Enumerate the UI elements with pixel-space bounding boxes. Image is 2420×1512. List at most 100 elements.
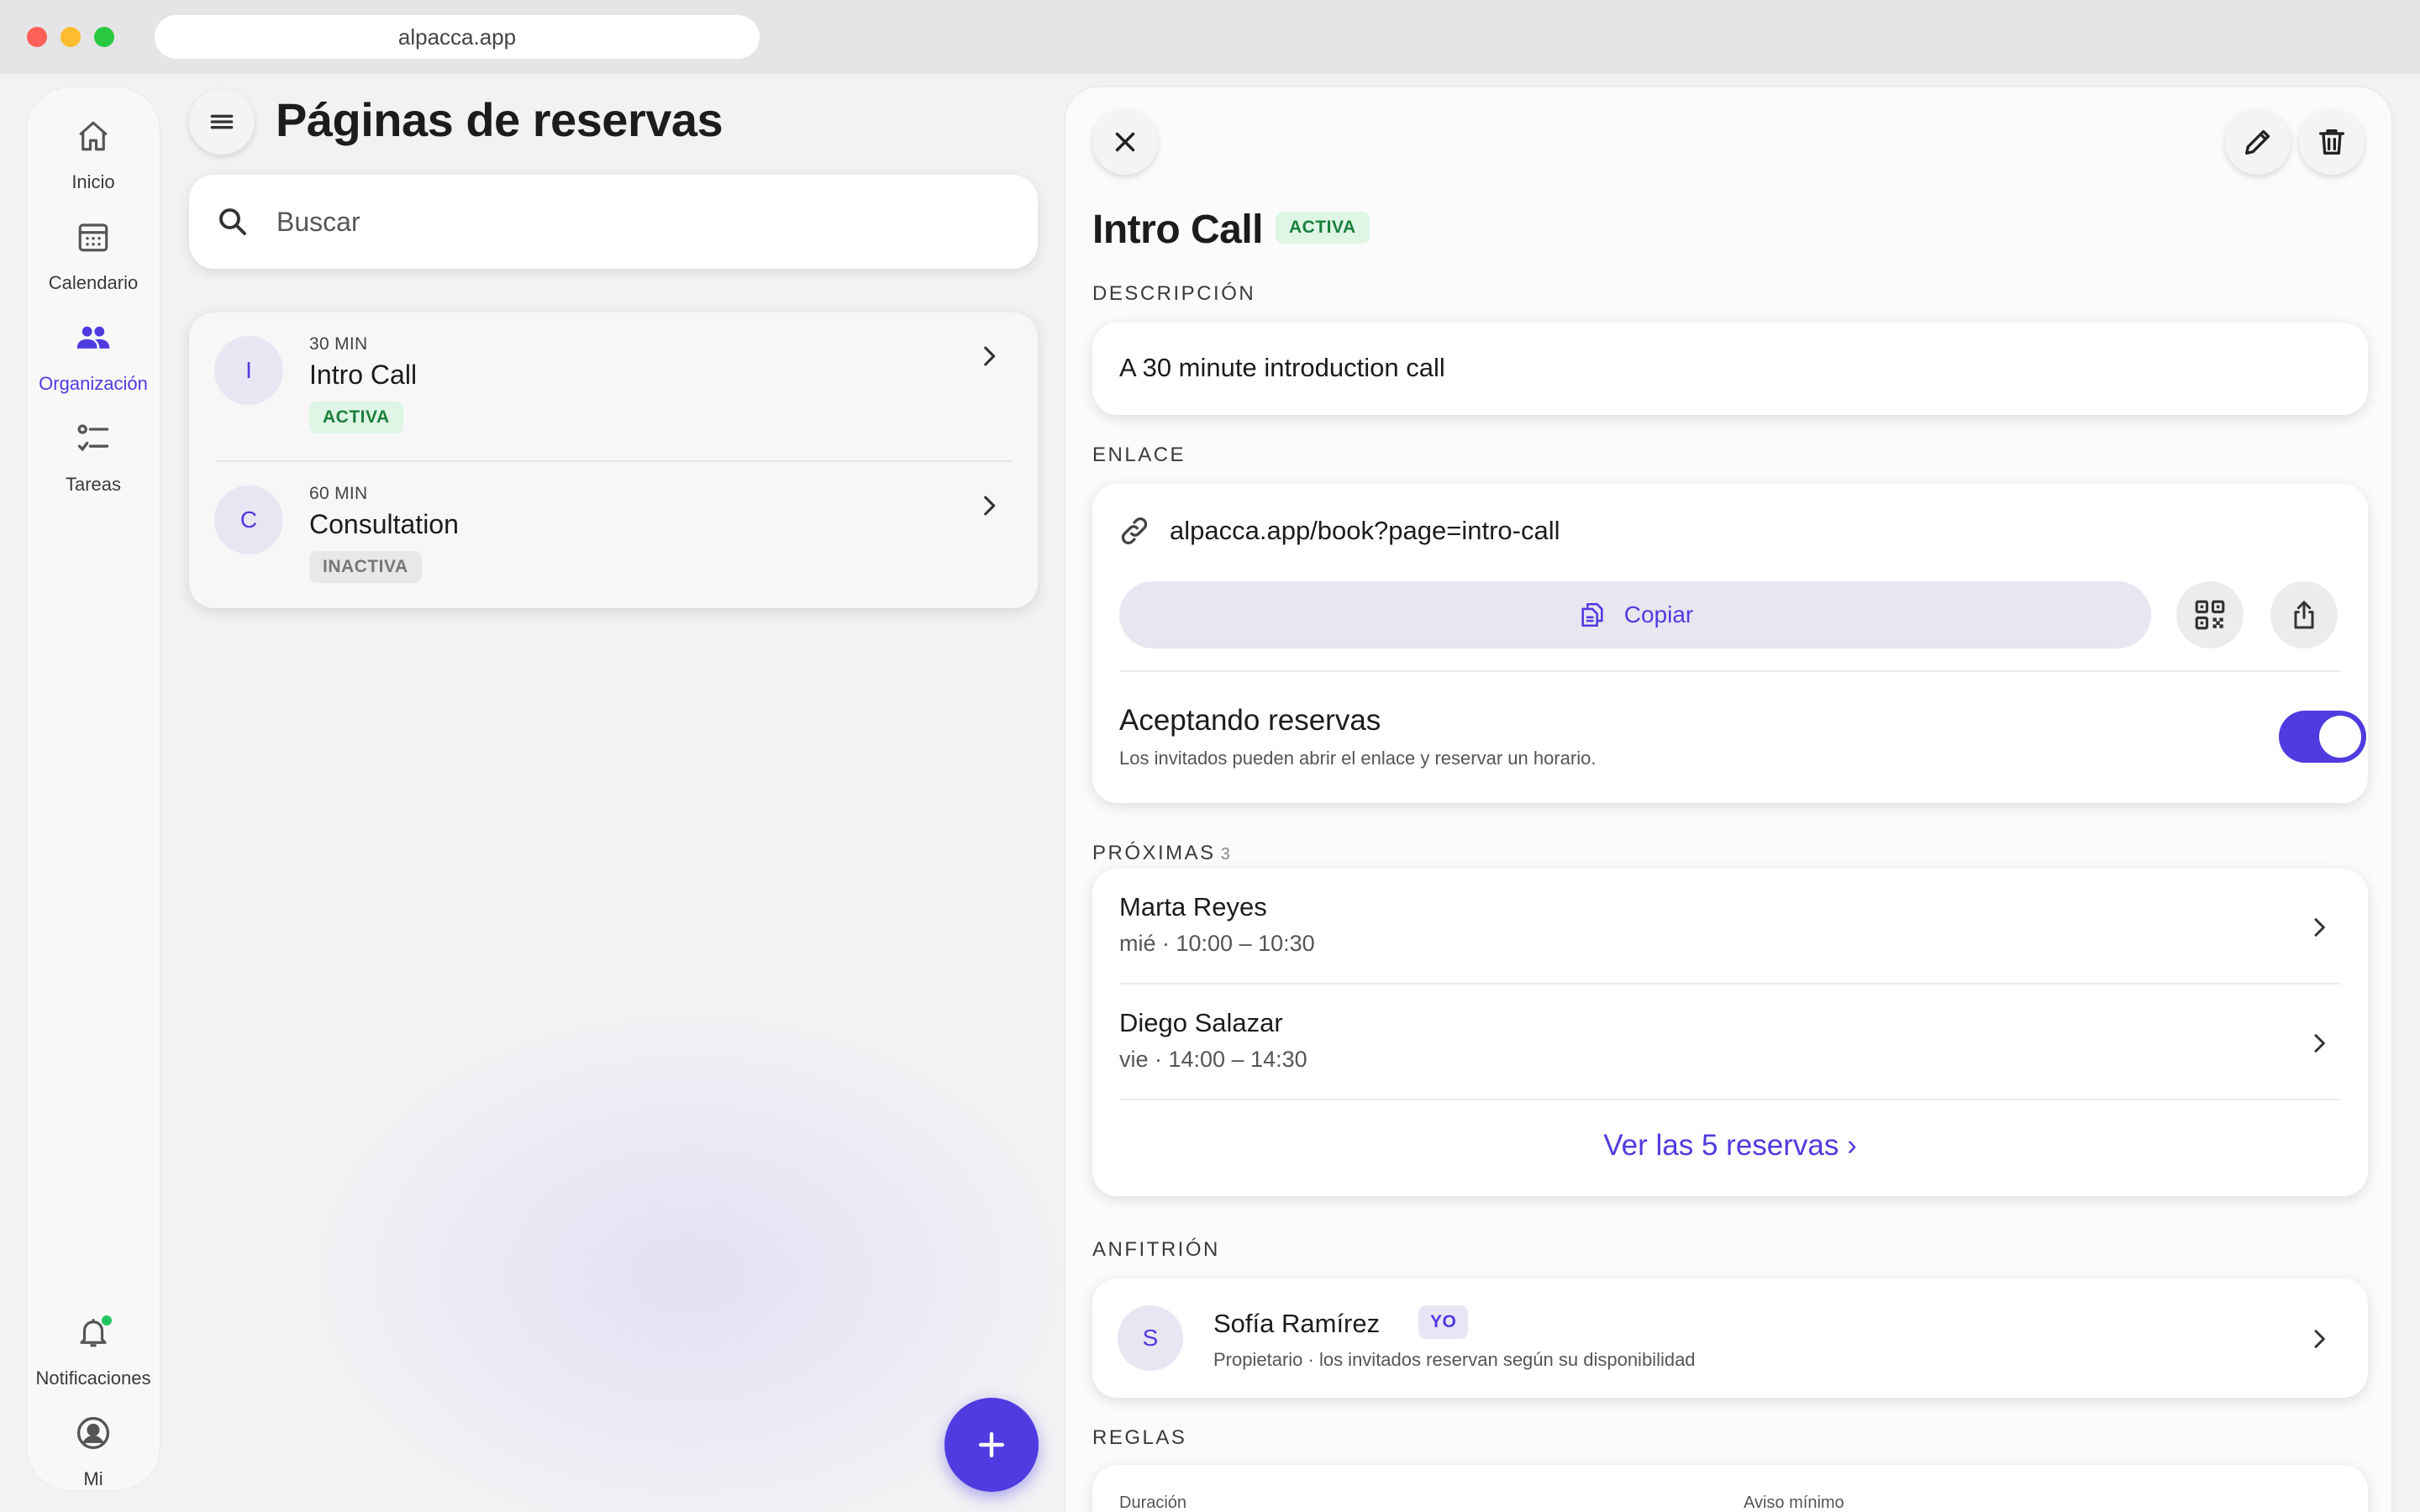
rule-notice-label: Aviso mínimo	[1744, 1494, 1844, 1512]
rail-item-label: Tareas	[65, 474, 122, 495]
add-booking-page-button[interactable]	[944, 1398, 1039, 1492]
chevron-right-icon	[2302, 911, 2336, 944]
booking-guest-name: Marta Reyes	[1119, 892, 1267, 921]
delete-button[interactable]	[2299, 109, 2365, 175]
event-name: Intro Call	[309, 360, 418, 390]
duration-label: 30 MIN	[309, 334, 368, 354]
booking-guest-name: Diego Salazar	[1119, 1008, 1283, 1037]
address-bar[interactable]: alpacca.app	[155, 15, 760, 59]
booking-row[interactable]: Diego Salazar vie · 14:00 – 14:30	[1092, 984, 2368, 1100]
booking-time: vie · 14:00 – 14:30	[1119, 1047, 1307, 1072]
host-description: Propietario · los invitados reservan seg…	[1213, 1349, 1696, 1370]
app: Inicio Calendario Organización Tareas No…	[0, 74, 2420, 1512]
search-input[interactable]	[276, 206, 949, 238]
profile-icon	[73, 1413, 113, 1453]
chevron-right-icon	[2302, 1026, 2336, 1060]
link-card: alpacca.app/book?page=intro-call Copiar …	[1092, 484, 2368, 803]
status-badge: INACTIVA	[309, 551, 422, 583]
avatar: I	[214, 336, 283, 405]
rail-item-notificaciones[interactable]: Notificaciones	[27, 1312, 160, 1396]
copy-icon	[1577, 600, 1607, 630]
chevron-right-icon	[2302, 1322, 2336, 1356]
menu-button[interactable]	[189, 89, 255, 155]
list-item-intro-call[interactable]: I 30 MIN Intro Call ACTIVA	[189, 312, 1038, 460]
booking-pages-list: I 30 MIN Intro Call ACTIVA C 60 MIN Cons…	[189, 312, 1038, 608]
search-box	[189, 175, 1038, 269]
qr-code-button[interactable]	[2176, 581, 2244, 648]
rail-item-label: Mi	[83, 1468, 103, 1489]
detail-panel: Intro Call ACTIVA DESCRIPCIÓN A 30 minut…	[1065, 87, 2391, 1512]
people-icon	[73, 318, 113, 358]
browser-chrome: alpacca.app	[0, 0, 2420, 74]
close-button[interactable]	[1092, 109, 1158, 175]
section-label-upcoming: PRÓXIMAS 3	[1092, 842, 1230, 865]
booking-row[interactable]: Marta Reyes mié · 10:00 – 10:30	[1092, 869, 2368, 984]
pencil-icon	[2245, 129, 2270, 155]
link-icon	[1118, 514, 1151, 548]
close-window-button[interactable]	[27, 27, 47, 47]
trash-icon	[2319, 129, 2344, 155]
description-card: A 30 minute introduction call	[1092, 323, 2368, 415]
copy-label: Copiar	[1623, 601, 1694, 627]
rule-duration-label: Duración	[1119, 1494, 1187, 1512]
host-card[interactable]: S Sofía Ramírez YO Propietario · los inv…	[1092, 1278, 2368, 1398]
accepting-bookings-title: Aceptando reservas	[1119, 704, 1381, 737]
upcoming-bookings-card: Marta Reyes mié · 10:00 – 10:30 Diego Sa…	[1092, 869, 2368, 1196]
rail-item-calendario[interactable]: Calendario	[27, 217, 160, 301]
rail-item-inicio[interactable]: Inicio	[27, 116, 160, 200]
share-button[interactable]	[2270, 581, 2338, 648]
description-text: A 30 minute introduction call	[1119, 353, 1445, 382]
rail-item-mi[interactable]: Mi	[27, 1413, 160, 1497]
rules-card: Duración Aviso mínimo	[1092, 1465, 2368, 1512]
avatar: S	[1118, 1305, 1183, 1371]
event-name: Consultation	[309, 509, 459, 539]
section-label-rules: REGLAS	[1092, 1426, 1187, 1449]
toggle-knob	[2319, 716, 2361, 758]
rail-item-label: Organización	[39, 373, 148, 394]
nav-rail: Inicio Calendario Organización Tareas No…	[27, 87, 160, 1490]
home-icon	[73, 116, 113, 156]
section-label-link: ENLACE	[1092, 444, 1186, 466]
upcoming-count: 3	[1220, 845, 1230, 864]
calendar-icon	[73, 217, 113, 257]
list-item-consultation[interactable]: C 60 MIN Consultation INACTIVA	[189, 462, 1038, 610]
status-badge: ACTIVA	[1276, 212, 1370, 244]
host-name: Sofía Ramírez	[1213, 1309, 1381, 1338]
detail-title: Intro Call	[1092, 207, 1264, 252]
copy-link-button[interactable]: Copiar	[1119, 581, 2151, 648]
plus-icon	[978, 1431, 1005, 1458]
avatar: C	[214, 486, 283, 554]
status-badge: ACTIVA	[309, 402, 403, 433]
section-label-description: DESCRIPCIÓN	[1092, 282, 1256, 305]
chevron-right-icon	[972, 489, 1006, 522]
close-icon	[1115, 132, 1135, 152]
rail-item-label: Calendario	[48, 272, 139, 293]
booking-link[interactable]: alpacca.app/book?page=intro-call	[1170, 516, 1560, 546]
minimize-window-button[interactable]	[60, 27, 81, 47]
rail-item-label: Inicio	[71, 171, 115, 192]
divider	[1119, 1099, 2341, 1100]
rail-item-tareas[interactable]: Tareas	[27, 418, 160, 502]
maximize-window-button[interactable]	[94, 27, 114, 47]
hamburger-icon	[210, 114, 234, 129]
duration-label: 60 MIN	[309, 484, 368, 503]
bell-icon	[73, 1312, 113, 1352]
search-icon	[213, 202, 253, 242]
section-label-host: ANFITRIÓN	[1092, 1238, 1220, 1261]
me-badge: YO	[1418, 1305, 1469, 1339]
chevron-right-icon	[972, 339, 1006, 373]
see-all-bookings-link[interactable]: Ver las 5 reservas ›	[1092, 1121, 2368, 1171]
divider	[1119, 670, 2341, 672]
qr-code-icon	[2195, 600, 2225, 630]
accepting-bookings-description: Los invitados pueden abrir el enlace y r…	[1119, 748, 1597, 769]
booking-time: mié · 10:00 – 10:30	[1119, 931, 1315, 956]
upcoming-label: PRÓXIMAS	[1092, 842, 1216, 864]
page-title: Páginas de reservas	[276, 93, 723, 146]
rail-item-label: Notificaciones	[35, 1368, 151, 1389]
share-icon	[2294, 601, 2314, 629]
tasks-icon	[73, 418, 113, 459]
rail-item-organizacion[interactable]: Organización	[27, 318, 160, 402]
accepting-bookings-toggle[interactable]	[2279, 711, 2366, 763]
notification-dot	[102, 1315, 112, 1326]
edit-button[interactable]	[2225, 109, 2291, 175]
